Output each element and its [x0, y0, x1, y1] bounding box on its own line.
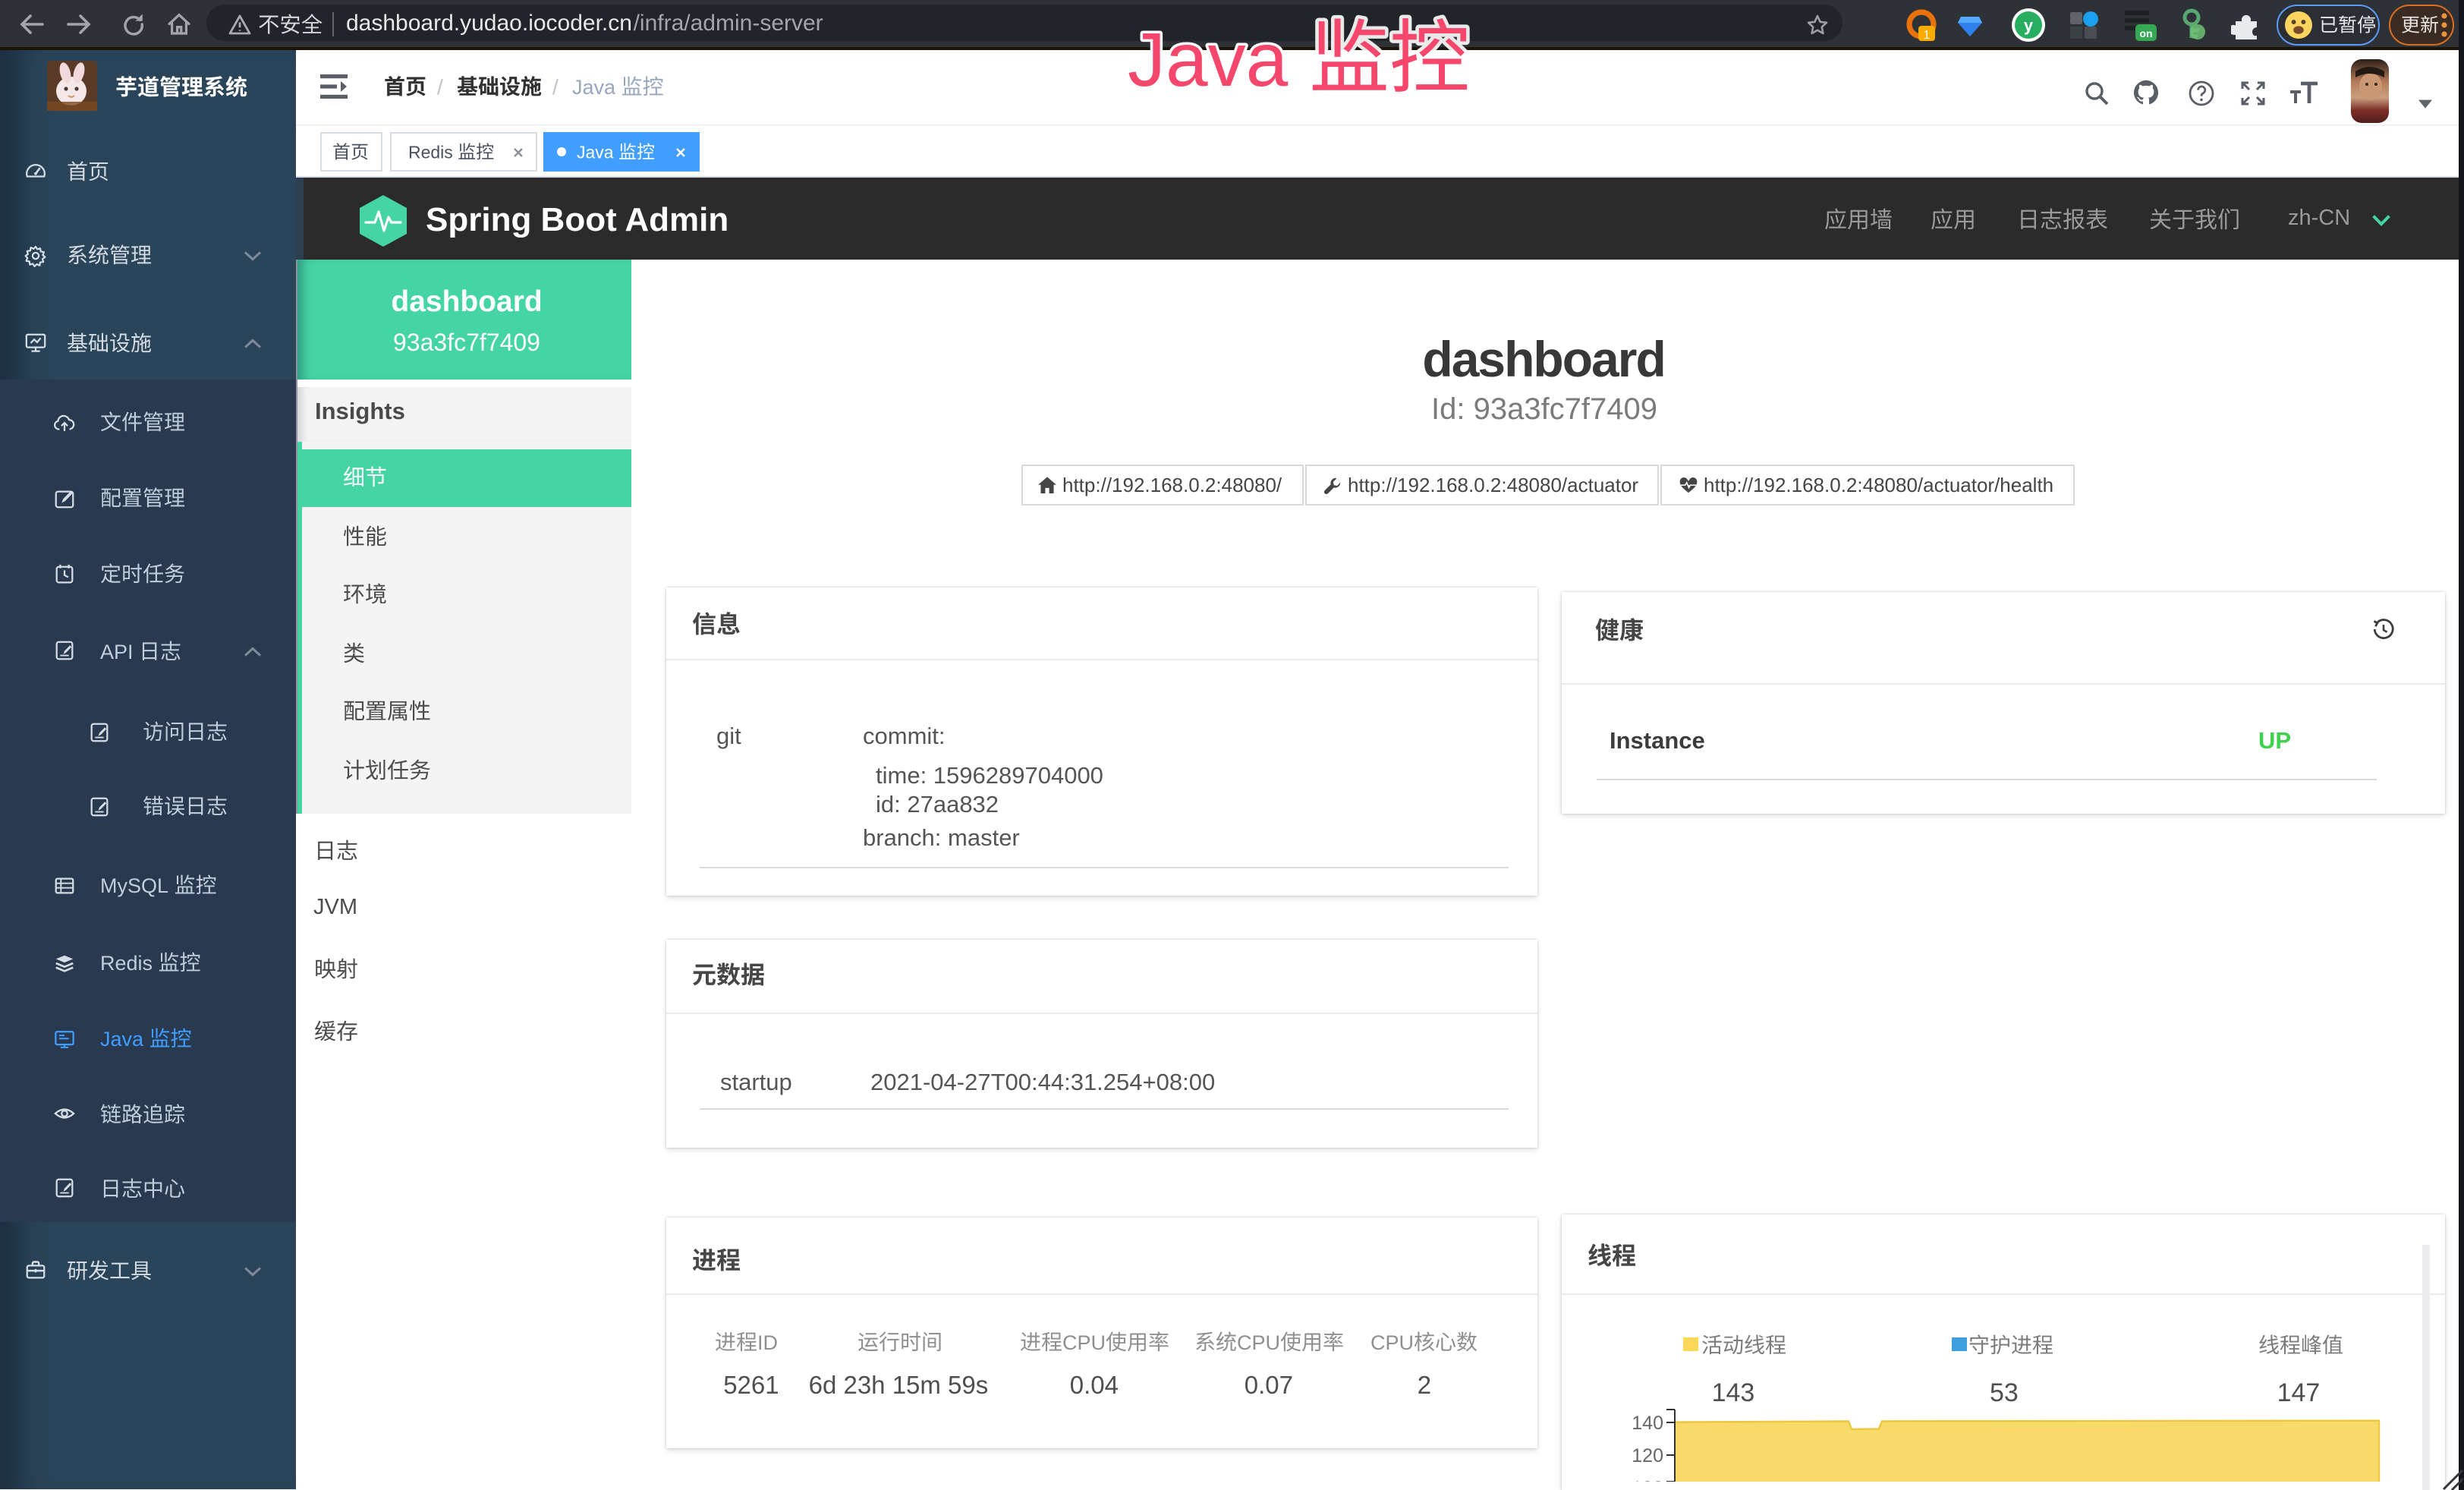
svg-text:on: on: [2139, 27, 2152, 39]
svg-text:120: 120: [1632, 1445, 1663, 1466]
svg-text:Java: Java: [577, 143, 618, 162]
svg-text:MySQL: MySQL: [100, 874, 173, 897]
svg-text:140: 140: [1632, 1413, 1663, 1434]
svg-text:CPU: CPU: [1062, 1331, 1105, 1354]
svg-text:CPU: CPU: [1237, 1331, 1280, 1354]
svg-text:Redis: Redis: [100, 952, 159, 975]
svg-text:Java: Java: [100, 1028, 149, 1051]
svg-text:Java: Java: [572, 76, 622, 99]
svg-text:Redis: Redis: [408, 143, 458, 162]
svg-text:API: API: [100, 640, 139, 663]
svg-text:100: 100: [1632, 1478, 1663, 1482]
svg-text:Java: Java: [1128, 17, 1309, 102]
svg-text:CPU: CPU: [1370, 1331, 1414, 1354]
svg-text:ID: ID: [757, 1331, 778, 1354]
svg-text:y: y: [2024, 16, 2034, 35]
svg-text:1: 1: [1924, 29, 1931, 42]
